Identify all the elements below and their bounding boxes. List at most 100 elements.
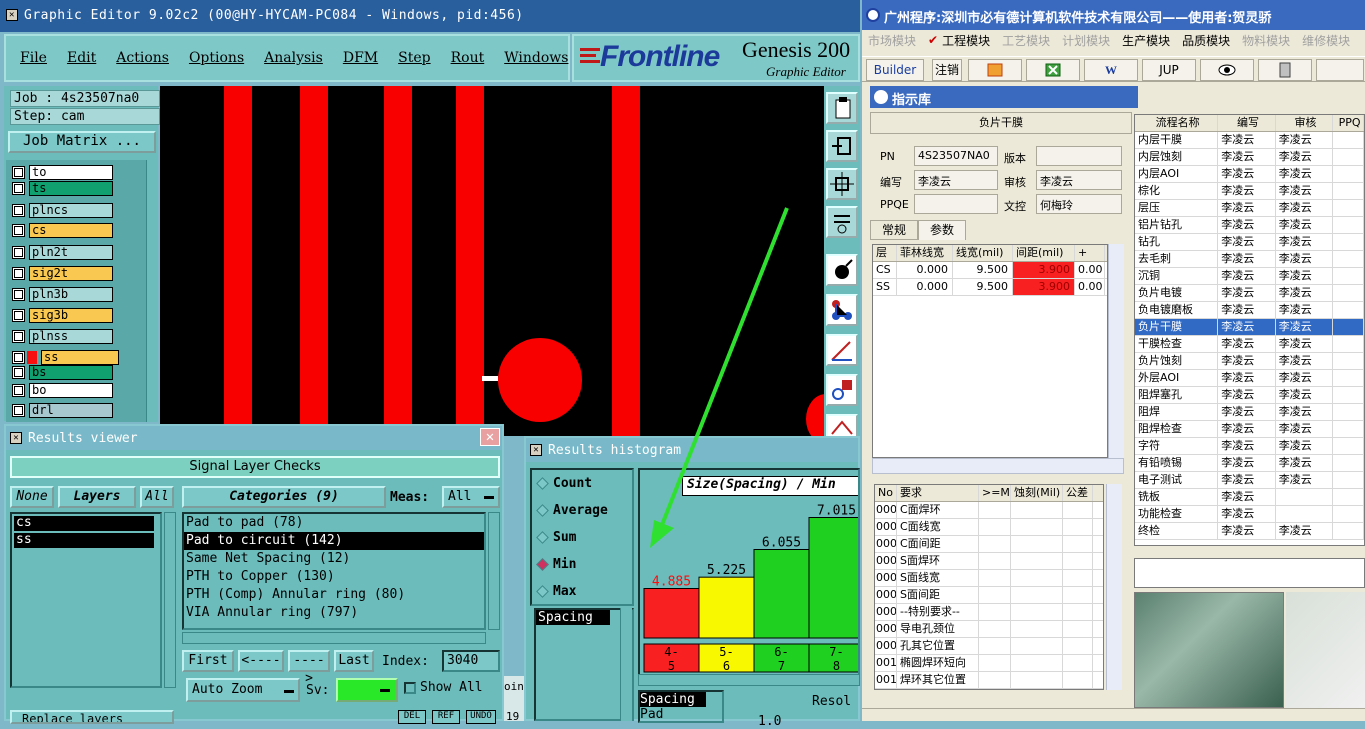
module-tab[interactable]: 工程模块 — [942, 32, 990, 49]
job-matrix-button[interactable]: Job Matrix ... — [8, 131, 156, 153]
param-tab[interactable]: 常规 — [870, 220, 918, 240]
category-item[interactable]: Pad to pad (78) — [184, 514, 484, 532]
stat-option-max[interactable]: Max — [532, 578, 632, 605]
layer-row[interactable]: to — [12, 164, 113, 181]
database-icon[interactable] — [1258, 59, 1312, 81]
menu-options[interactable]: Options — [189, 50, 244, 66]
measure-scrollbar[interactable] — [620, 608, 632, 721]
req-row[interactable]: 001 椭圆焊环短向 — [875, 655, 1103, 672]
index-input[interactable]: 3040 — [442, 650, 500, 672]
reviewer-field[interactable]: 李凌云 — [1036, 170, 1122, 190]
req-row[interactable]: 000 C面线宽 — [875, 519, 1103, 536]
module-tab[interactable]: 品质模块 — [1182, 32, 1230, 49]
module-tab[interactable]: 工艺模块 — [1002, 32, 1050, 49]
param-hscrollbar[interactable] — [872, 458, 1124, 474]
stat-option-average[interactable]: Average — [532, 497, 632, 524]
flow-row[interactable]: 负电镀磨板 李凌云 李凌云 — [1135, 302, 1364, 319]
flow-row[interactable]: 电子测试 李凌云 李凌云 — [1135, 472, 1364, 489]
del-button[interactable]: DEL — [398, 710, 426, 724]
flow-row[interactable]: 钻孔 李凌云 李凌云 — [1135, 234, 1364, 251]
flow-row[interactable]: 沉铜 李凌云 李凌云 — [1135, 268, 1364, 285]
layer-checkbox[interactable] — [12, 267, 25, 280]
builder-button[interactable]: Builder — [866, 59, 924, 81]
flow-row[interactable]: 层压 李凌云 李凌云 — [1135, 200, 1364, 217]
category-item[interactable]: PTH to Copper (130) — [184, 568, 484, 586]
author-field[interactable]: 李凌云 — [914, 170, 998, 190]
flow-row[interactable]: 干膜检查 李凌云 李凌云 — [1135, 336, 1364, 353]
layer-row[interactable]: pln2t — [12, 244, 113, 261]
replace-layers-button[interactable]: Replace layers — [10, 710, 174, 724]
layer-checkbox[interactable] — [12, 384, 25, 397]
select-icon[interactable] — [826, 254, 858, 286]
stat-option-count[interactable]: Count — [532, 470, 632, 497]
line-tool-icon[interactable] — [826, 334, 858, 366]
menu-edit[interactable]: Edit — [67, 50, 96, 66]
result-layer-item[interactable]: cs — [14, 516, 154, 531]
clipboard-icon[interactable] — [826, 92, 858, 124]
requirement-scrollbar[interactable] — [1106, 484, 1122, 690]
measure-item[interactable]: Spacing — [536, 610, 610, 625]
menu-file[interactable]: File — [20, 50, 47, 66]
meas-select[interactable]: All — [442, 486, 500, 508]
layer-row[interactable]: pln3b — [12, 286, 113, 303]
flow-row[interactable]: 内层蚀刻 李凌云 李凌云 — [1135, 149, 1364, 166]
flow-row[interactable]: 有铅喷锡 李凌云 李凌云 — [1135, 455, 1364, 472]
flow-row[interactable]: 阻焊 李凌云 李凌云 — [1135, 404, 1364, 421]
param-row[interactable]: CS 0.000 9.500 3.900 0.00 — [873, 262, 1107, 279]
flow-note-field[interactable] — [1134, 558, 1365, 588]
param-tab[interactable]: 参数 — [918, 220, 966, 240]
doc-field[interactable]: 何梅玲 — [1036, 194, 1122, 214]
next-button[interactable]: ----> — [288, 650, 330, 686]
jup-button[interactable]: JUP — [1142, 59, 1196, 81]
flow-row[interactable]: 铣板 李凌云 — [1135, 489, 1364, 506]
flow-row[interactable]: 棕化 李凌云 李凌云 — [1135, 183, 1364, 200]
req-row[interactable]: 001 焊环其它位置 — [875, 672, 1103, 689]
layer-result-scrollbar[interactable] — [164, 512, 176, 688]
layer-row[interactable]: sig3b — [12, 307, 113, 324]
module-tab[interactable]: 维修模块 — [1302, 32, 1350, 49]
layer-checkbox[interactable] — [12, 366, 25, 379]
last-button[interactable]: Last — [334, 650, 374, 672]
flow-row[interactable]: 功能检查 李凌云 — [1135, 506, 1364, 523]
all-button[interactable]: All — [140, 486, 174, 508]
close-icon[interactable]: ✕ — [480, 428, 500, 446]
req-row[interactable]: 000 S面线宽 — [875, 570, 1103, 587]
param-row[interactable]: SS 0.000 9.500 3.900 0.00 — [873, 279, 1107, 296]
menu-actions[interactable]: Actions — [116, 50, 169, 66]
powerpoint-icon[interactable] — [968, 59, 1022, 81]
measure-list[interactable]: Spacing — [534, 608, 634, 721]
zoom-fit-icon[interactable] — [826, 168, 858, 200]
eye-icon[interactable] — [1200, 59, 1254, 81]
layer-row[interactable]: bs — [12, 364, 113, 381]
layer-row[interactable]: ts — [12, 180, 113, 197]
show-all-checkbox[interactable] — [404, 682, 416, 694]
layer-row[interactable]: sig2t — [12, 265, 113, 282]
module-tab[interactable]: 计划模块 — [1062, 32, 1110, 49]
module-tab[interactable]: 生产模块 — [1122, 32, 1170, 49]
window-menu-icon[interactable]: ✕ — [530, 444, 542, 456]
word-icon[interactable]: W — [1084, 59, 1138, 81]
sv-color-select[interactable] — [336, 678, 398, 702]
layer-checkbox[interactable] — [12, 309, 25, 322]
layer-checkbox[interactable] — [12, 330, 25, 343]
layer-checkbox[interactable] — [12, 246, 25, 259]
flow-row[interactable]: 终检 李凌云 李凌云 — [1135, 523, 1364, 540]
category-item[interactable]: PTH (Comp) Annular ring (80) — [184, 586, 484, 604]
req-row[interactable]: 000 --特别要求-- — [875, 604, 1103, 621]
layer-row[interactable]: drl — [12, 402, 113, 419]
stat-option-min[interactable]: Min — [532, 551, 632, 578]
req-row[interactable]: 000 C面焊环 — [875, 502, 1103, 519]
flow-row[interactable]: 铝片钻孔 李凌云 李凌云 — [1135, 217, 1364, 234]
menu-dfm[interactable]: DFM — [343, 50, 378, 66]
stat-option-sum[interactable]: Sum — [532, 524, 632, 551]
layer-checkbox[interactable] — [12, 288, 25, 301]
menu-rout[interactable]: Rout — [451, 50, 485, 66]
excel-icon[interactable] — [1026, 59, 1080, 81]
req-row[interactable]: 000 导电孔颈位 — [875, 621, 1103, 638]
flow-row[interactable]: 阻焊检查 李凌云 李凌云 — [1135, 421, 1364, 438]
module-tab[interactable]: 市场模块 — [868, 32, 916, 49]
auto-zoom-select[interactable]: Auto Zoom — [186, 678, 300, 702]
tool-icon[interactable] — [1316, 59, 1364, 81]
layer-checkbox[interactable] — [12, 166, 25, 179]
flow-row[interactable]: 外层AOI 李凌云 李凌云 — [1135, 370, 1364, 387]
